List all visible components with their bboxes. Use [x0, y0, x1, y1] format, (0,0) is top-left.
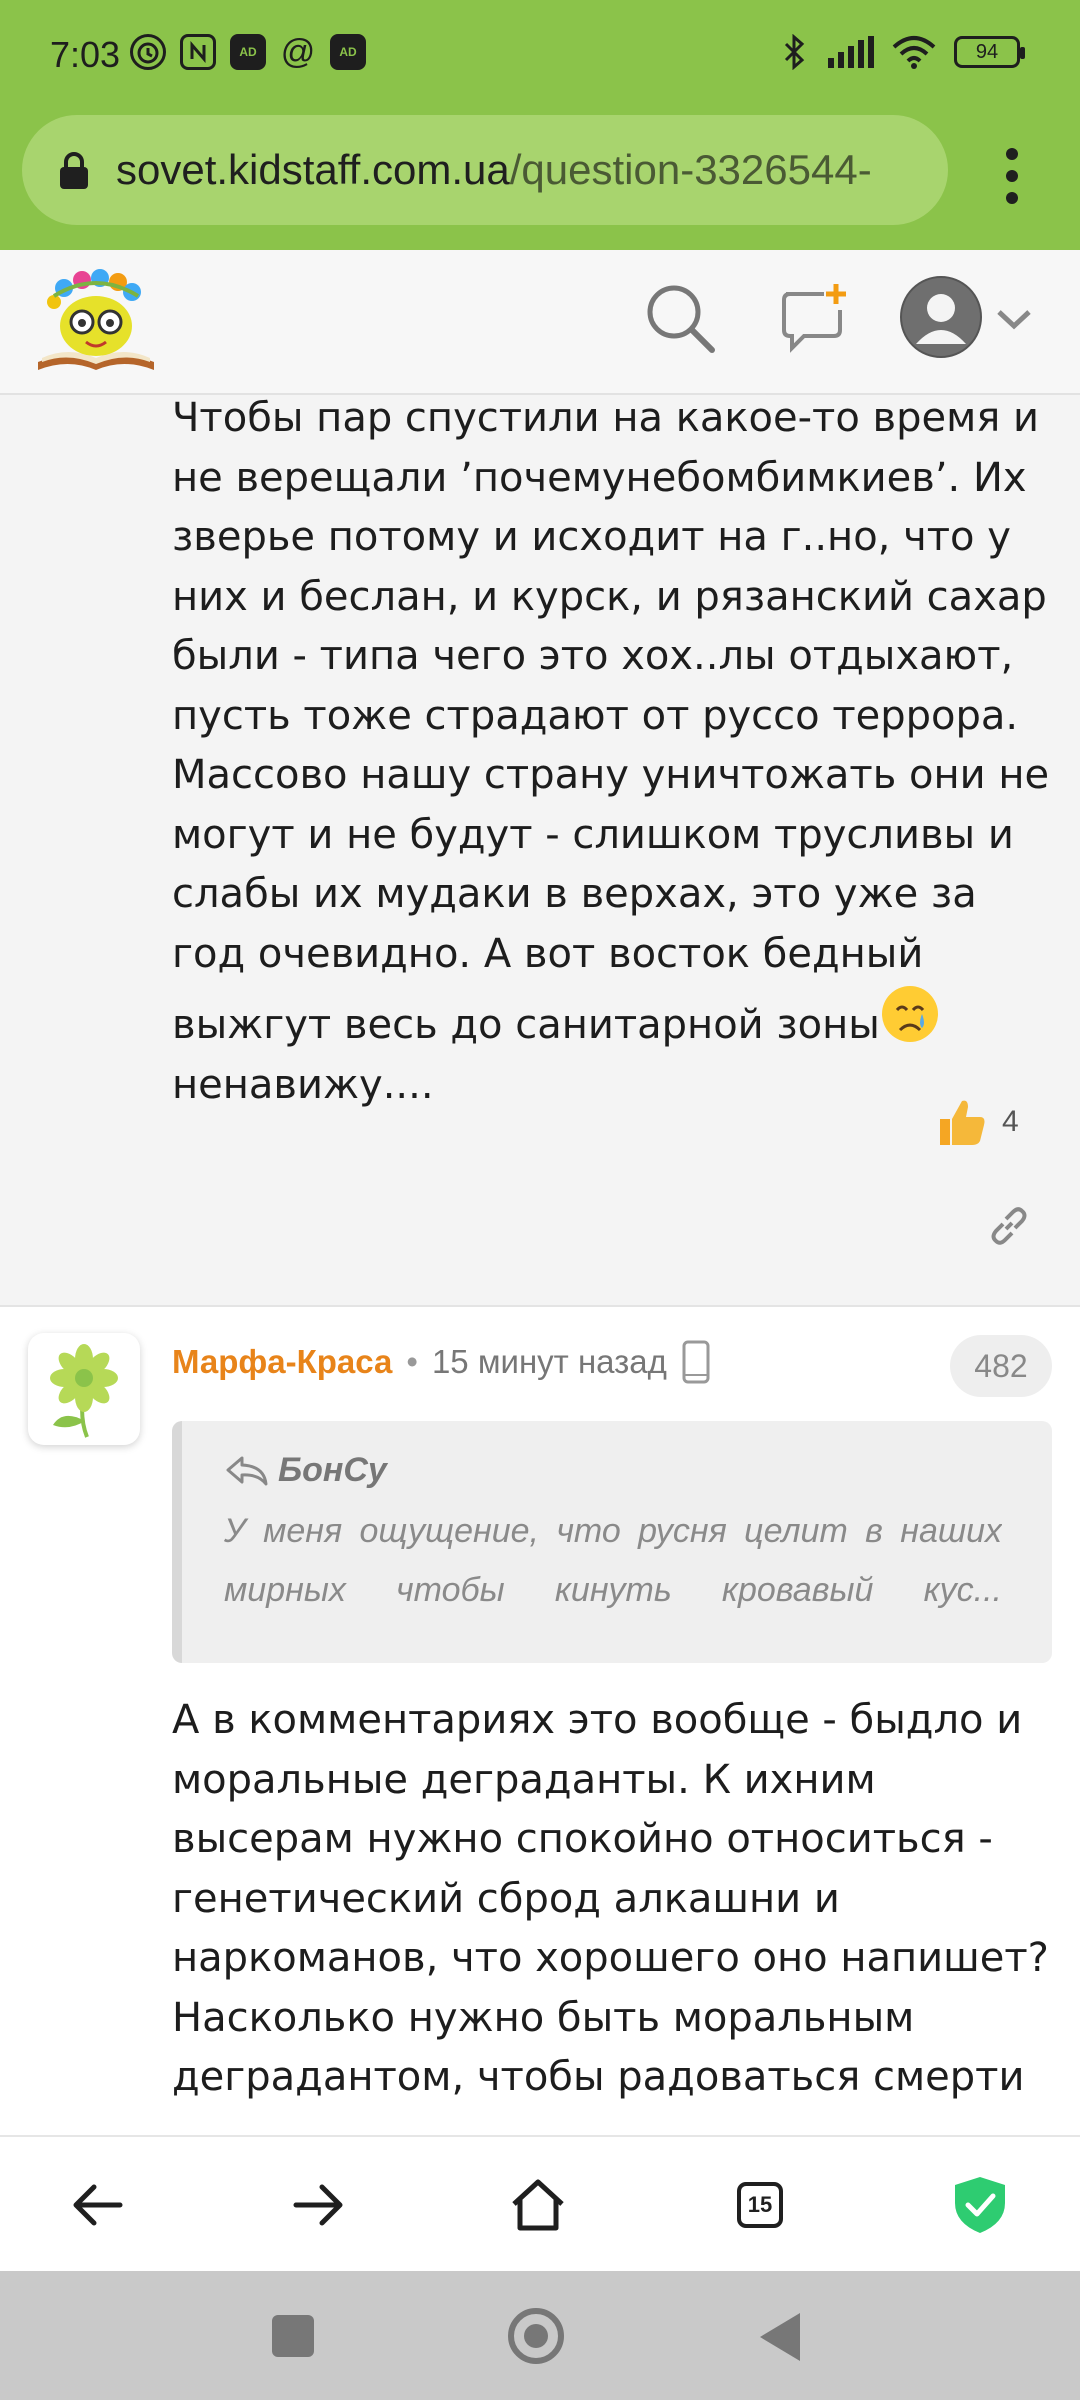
quoted-comment[interactable]: БонСу У меня ощущение, что русня целит в…	[172, 1421, 1052, 1663]
lock-icon	[60, 152, 88, 189]
quote-author: БонСу	[278, 1451, 387, 1489]
nfc-icon	[180, 34, 216, 70]
status-right-icons: 94	[782, 34, 1025, 70]
comment-item: Марфа-Краса • 15 минут назад 482 БонСу У…	[0, 1307, 1080, 2135]
comment-item: Чтобы пар спустили на какое-то время и н…	[0, 395, 1080, 1307]
like-count: 4	[1002, 1105, 1019, 1138]
home-icon[interactable]	[508, 2175, 568, 2235]
meta-separator: •	[406, 1343, 418, 1380]
user-avatar-icon[interactable]	[900, 276, 982, 358]
url-host: sovet.kidstaff.com.ua	[116, 146, 510, 193]
bluetooth-icon	[784, 34, 805, 70]
link-icon[interactable]	[986, 1203, 1032, 1249]
site-header	[0, 250, 1080, 395]
mobile-icon	[682, 1340, 710, 1384]
browser-toolbar: sovet.kidstaff.com.ua/question-3326544-	[0, 110, 1080, 250]
like-button[interactable]: 4	[934, 1095, 1019, 1149]
comment-text: Чтобы пар спустили на какое-то время и н…	[172, 395, 1050, 1108]
adblock-icon: AD	[230, 34, 266, 70]
system-back-button[interactable]	[760, 2313, 800, 2361]
forward-arrow-icon[interactable]	[288, 2175, 348, 2235]
url-text[interactable]: sovet.kidstaff.com.ua/question-3326544-	[116, 146, 872, 194]
search-icon[interactable]	[642, 280, 718, 356]
comment-meta: Марфа-Краса • 15 минут назад	[172, 1339, 711, 1385]
back-arrow-icon[interactable]	[68, 2175, 128, 2235]
signal-icon	[828, 36, 874, 68]
status-time: 7:03	[50, 34, 121, 75]
address-bar[interactable]: sovet.kidstaff.com.ua/question-3326544-	[22, 115, 948, 225]
thumbs-up-icon	[940, 1100, 985, 1145]
tabs-icon[interactable]: 15	[730, 2175, 790, 2235]
site-logo[interactable]	[34, 266, 158, 376]
recent-apps-button[interactable]	[272, 2315, 314, 2357]
browser-menu-icon[interactable]	[1006, 148, 1020, 204]
browser-bottom-nav: 15	[0, 2135, 1080, 2271]
system-nav-bar	[0, 2271, 1080, 2400]
shield-check-icon[interactable]	[950, 2175, 1010, 2235]
wifi-icon	[892, 36, 936, 69]
comment-text: А в комментариях это вообще - быдло и мо…	[172, 1697, 1049, 2100]
flower-avatar-icon	[50, 1344, 118, 1438]
url-path: /question-3326544-	[509, 146, 872, 193]
quote-header: БонСу	[224, 1451, 1052, 1490]
comments-feed: Чтобы пар спустили на какое-то время и н…	[0, 395, 1080, 2135]
crying-face-icon	[881, 986, 938, 1042]
comment-time: 15 минут назад	[431, 1343, 667, 1380]
at-icon: @	[280, 32, 316, 71]
avatar[interactable]	[28, 1333, 140, 1445]
home-button[interactable]	[508, 2308, 564, 2364]
tabs-count: 15	[737, 2182, 783, 2228]
adblock-icon: AD	[330, 34, 366, 70]
status-left-icons: AD @ AD	[130, 32, 366, 71]
quote-text: У меня ощущение, что русня целит в наших…	[224, 1512, 1002, 1609]
author-name[interactable]: Марфа-Краса	[172, 1343, 392, 1381]
battery-level: 94	[975, 40, 999, 63]
new-topic-icon[interactable]	[776, 280, 852, 356]
battery-icon: 94	[954, 36, 1025, 68]
user-post-count-badge: 482	[950, 1335, 1052, 1397]
alarm-icon	[130, 34, 166, 70]
status-bar: 7:03 AD @ AD 94	[0, 0, 1080, 110]
reply-arrow-icon	[226, 1456, 268, 1485]
chevron-down-icon[interactable]	[996, 308, 1032, 332]
